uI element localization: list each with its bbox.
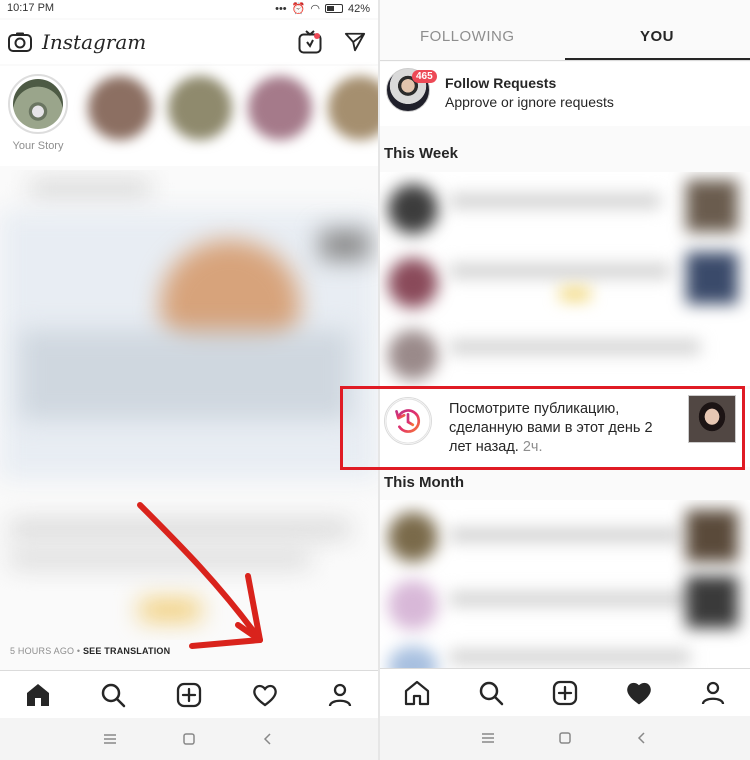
story-avatar[interactable] — [88, 76, 152, 140]
top-app-bar: Instagram — [0, 20, 378, 64]
follow-requests-title: Follow Requests — [445, 75, 557, 91]
menu-icon[interactable] — [102, 731, 118, 747]
battery-percent: 42% — [347, 2, 370, 15]
search-icon[interactable] — [99, 681, 127, 709]
add-post-icon[interactable] — [551, 679, 579, 707]
activity-screen: FOLLOWING YOU 465 Follow Requests Approv… — [380, 0, 750, 760]
back-icon[interactable] — [260, 731, 276, 747]
post-time: 5 HOURS AGO — [10, 646, 75, 656]
menu-icon[interactable] — [480, 730, 496, 746]
home-square-icon[interactable] — [557, 730, 573, 746]
add-post-icon[interactable] — [175, 681, 203, 709]
bottom-tab-bar — [380, 668, 750, 716]
signal-dots: ••• — [275, 2, 287, 15]
bottom-tab-bar — [0, 670, 378, 718]
profile-icon[interactable] — [326, 681, 354, 709]
profile-icon[interactable] — [699, 679, 727, 707]
instagram-logo: Instagram — [42, 30, 147, 54]
your-story[interactable]: Your Story — [8, 74, 68, 152]
section-this-week: This Week — [384, 145, 458, 162]
igtv-icon[interactable] — [298, 30, 322, 54]
your-story-avatar[interactable] — [8, 74, 68, 134]
heart-icon[interactable] — [251, 681, 279, 709]
follow-requests-count-badge: 465 — [412, 70, 437, 83]
instagram-feed-screen: 10:17 PM ••• ⏰ ◠ 42% Instagram Your Stor… — [0, 0, 378, 760]
camera-icon[interactable] — [8, 32, 32, 52]
blurred-notifications-month — [380, 500, 750, 668]
post-caption-meta: 5 HOURS AGO • SEE TRANSLATION — [10, 646, 171, 656]
see-translation-link[interactable]: SEE TRANSLATION — [83, 646, 170, 656]
follow-requests-row[interactable]: 465 Follow Requests Approve or ignore re… — [380, 62, 750, 126]
stories-tray: Your Story — [0, 66, 378, 166]
battery-icon — [324, 4, 343, 13]
home-square-icon[interactable] — [181, 731, 197, 747]
heart-icon[interactable] — [625, 679, 653, 707]
search-icon[interactable] — [477, 679, 505, 707]
tab-you[interactable]: YOU — [640, 28, 674, 45]
tab-following[interactable]: FOLLOWING — [420, 28, 515, 45]
system-nav-bar — [380, 716, 750, 760]
direct-message-icon[interactable] — [344, 31, 366, 53]
system-nav-bar — [0, 718, 378, 760]
story-avatar[interactable] — [248, 76, 312, 140]
section-this-month: This Month — [384, 474, 464, 491]
wifi-icon: ◠ — [310, 3, 320, 15]
blurred-feed-post — [0, 170, 378, 640]
alarm-icon: ⏰ — [291, 3, 306, 15]
status-time: 10:17 PM — [7, 2, 55, 14]
blurred-notifications-week — [380, 172, 750, 386]
activity-tabs: FOLLOWING YOU — [380, 0, 750, 61]
back-icon[interactable] — [634, 730, 650, 746]
follow-requests-subtitle: Approve or ignore requests — [445, 94, 614, 110]
status-bar: 10:17 PM ••• ⏰ ◠ 42% — [0, 0, 378, 18]
your-story-label: Your Story — [12, 140, 64, 152]
home-icon[interactable] — [24, 681, 52, 709]
red-highlight-box — [340, 386, 745, 470]
story-avatar[interactable] — [328, 76, 378, 140]
story-avatar[interactable] — [168, 76, 232, 140]
home-icon[interactable] — [403, 679, 431, 707]
